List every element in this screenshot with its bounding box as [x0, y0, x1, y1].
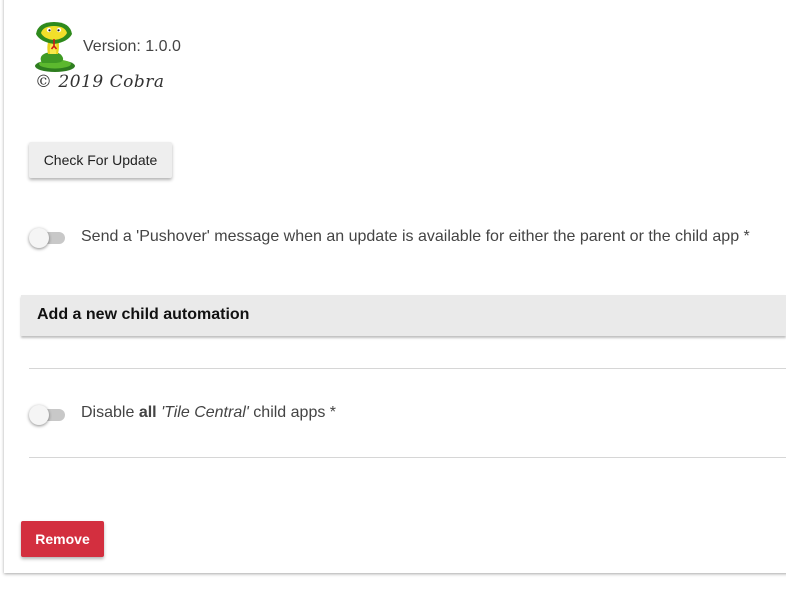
disable-all-toggle-label: Disable all 'Tile Central' child apps * — [81, 404, 336, 422]
label-prefix: Disable — [81, 404, 139, 421]
label-bold: all — [138, 404, 157, 421]
pushover-toggle-label: Send a 'Pushover' message when an update… — [81, 228, 750, 245]
divider — [29, 457, 786, 458]
cobra-logo-icon — [28, 20, 80, 74]
add-child-automation-header[interactable]: Add a new child automation — [21, 295, 786, 336]
pushover-toggle[interactable] — [29, 228, 65, 248]
label-suffix: child apps * — [248, 404, 337, 421]
remove-button[interactable]: Remove — [21, 521, 104, 557]
copyright-text: © 2019 Cobra — [35, 72, 165, 92]
disable-all-toggle[interactable] — [29, 405, 65, 425]
app-version: Version: 1.0.0 — [83, 38, 181, 55]
toggle-knob — [29, 228, 49, 248]
check-for-update-button[interactable]: Check For Update — [29, 142, 172, 178]
divider — [29, 368, 786, 369]
section-header-title: Add a new child automation — [37, 306, 250, 323]
toggle-knob — [29, 405, 49, 425]
label-italic-app-name: 'Tile Central' — [161, 404, 249, 421]
